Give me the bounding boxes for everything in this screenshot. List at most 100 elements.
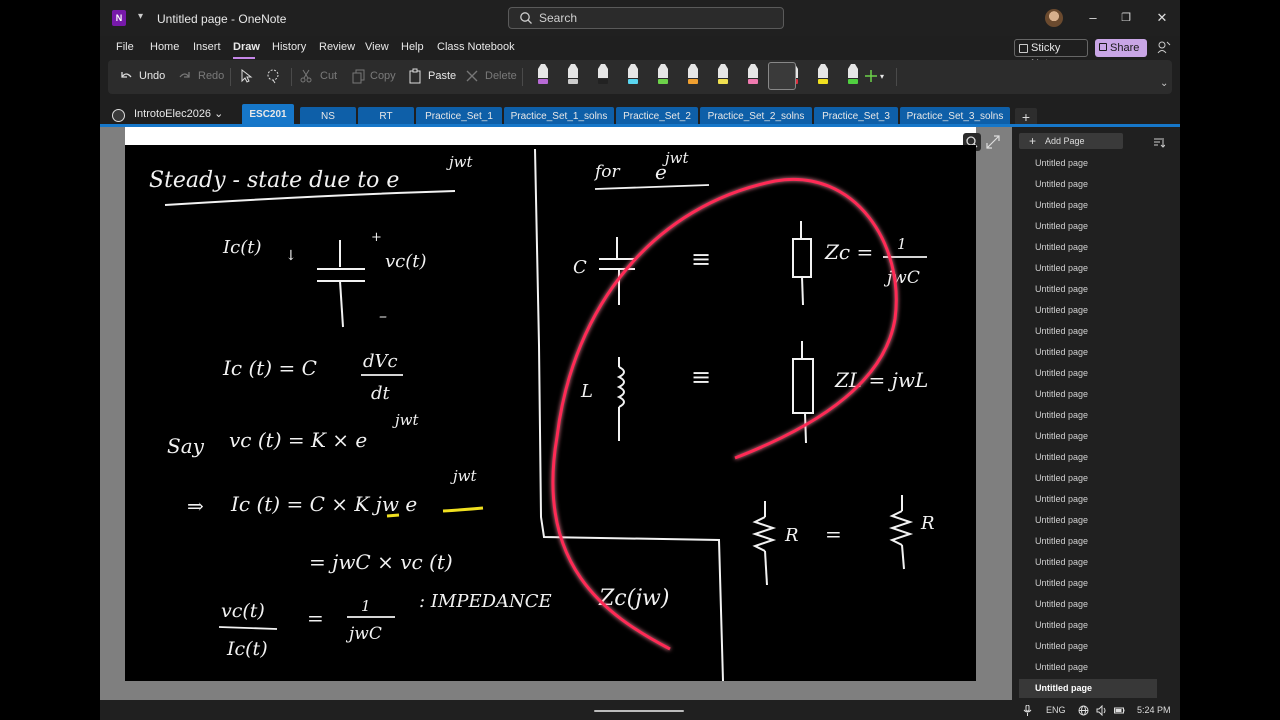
page-list-item[interactable]: Untitled page — [1019, 595, 1157, 614]
page-list-item[interactable]: Untitled page — [1019, 196, 1157, 215]
page-list-item[interactable]: Untitled page — [1019, 301, 1157, 320]
menu-insert[interactable]: Insert — [193, 41, 221, 53]
avatar[interactable] — [1045, 9, 1063, 27]
feedback-icon[interactable] — [1157, 40, 1171, 54]
menu-file[interactable]: File — [116, 41, 134, 53]
ink-c-label: C — [573, 257, 587, 278]
clock[interactable]: 5:24 PM — [1137, 705, 1171, 715]
ribbon-expand-caret-icon[interactable]: ⌄ — [1160, 78, 1168, 89]
quick-access-caret-icon[interactable]: ▾ — [138, 11, 143, 22]
ink-pen-icon[interactable] — [566, 64, 580, 86]
page-list-item[interactable]: Untitled page — [1019, 238, 1157, 257]
window-title: Untitled page - OneNote — [157, 12, 287, 26]
page-list-item[interactable]: Untitled page — [1019, 511, 1157, 530]
undo-button[interactable]: Undo — [139, 70, 165, 82]
page-list-item[interactable]: Untitled page — [1019, 574, 1157, 593]
microphone-icon[interactable] — [1022, 705, 1033, 716]
copy-button[interactable]: Copy — [370, 70, 396, 82]
page-list-item[interactable]: Untitled page — [1019, 637, 1157, 656]
green-highlighter-icon[interactable] — [846, 64, 860, 86]
cut-button[interactable]: Cut — [320, 70, 337, 82]
purple-pen-icon[interactable] — [536, 64, 550, 86]
tab-esc201[interactable]: ESC201 — [242, 104, 294, 126]
page-list-item[interactable]: Untitled page — [1019, 658, 1157, 677]
menu-home[interactable]: Home — [150, 41, 179, 53]
page-list-item[interactable]: Untitled page — [1019, 616, 1157, 635]
language-indicator[interactable]: ENG — [1046, 705, 1066, 715]
add-page-button[interactable]: + Add Page — [1019, 133, 1123, 149]
close-button[interactable]: ✕ — [1154, 10, 1170, 26]
note-canvas-area: Steady - state due to e jwt Ic(t) ↓ + vc… — [100, 127, 1012, 700]
page-list-item[interactable]: Untitled page — [1019, 385, 1157, 404]
share-button[interactable]: Share ▾ — [1095, 39, 1147, 72]
black-pen-icon[interactable] — [596, 64, 610, 86]
sticky-notes-button[interactable]: Sticky Notes — [1014, 39, 1088, 70]
yellow-highlighter-icon[interactable] — [816, 64, 830, 86]
orange-pen-icon[interactable] — [686, 64, 700, 86]
green-pen-icon[interactable] — [656, 64, 670, 86]
ink-frac-den: Ic(t) — [226, 638, 268, 660]
add-page-label: Add Page — [1045, 136, 1085, 146]
light-blue-pen-icon[interactable] — [626, 64, 640, 86]
menu-class-notebook[interactable]: Class Notebook — [437, 41, 515, 53]
volume-icon[interactable] — [1096, 705, 1107, 716]
page-ink-canvas[interactable]: Steady - state due to e jwt Ic(t) ↓ + vc… — [125, 145, 976, 681]
search-icon — [520, 12, 532, 24]
page-list-item[interactable]: Untitled page — [1019, 532, 1157, 551]
highlight-k — [386, 513, 400, 518]
ink-eq3-exponent: jwt — [450, 467, 477, 485]
menu-history[interactable]: History — [272, 41, 306, 53]
ink-equiv-c: ≡ — [691, 245, 711, 273]
pen-body — [568, 64, 578, 78]
add-pen-icon[interactable] — [863, 68, 879, 84]
page-list-item[interactable]: Untitled page — [1019, 343, 1157, 362]
delete-button[interactable]: Delete — [485, 70, 517, 82]
paste-icon — [409, 68, 421, 84]
page-list-item[interactable]: Untitled page — [1019, 406, 1157, 425]
page-list-item[interactable]: Untitled page — [1019, 469, 1157, 488]
sort-pages-icon[interactable] — [1153, 136, 1165, 148]
redo-button[interactable]: Redo — [198, 70, 224, 82]
page-list-item[interactable]: Untitled page — [1019, 322, 1157, 341]
search-box[interactable] — [508, 7, 784, 29]
lasso-select-icon[interactable] — [265, 68, 281, 84]
page-list-item[interactable]: Untitled page — [1019, 154, 1157, 173]
page-list-item[interactable]: Untitled page — [1019, 448, 1157, 467]
yellow-pen-icon[interactable] — [716, 64, 730, 86]
page-list-item[interactable]: Untitled page — [1019, 175, 1157, 194]
ribbon-separator — [522, 68, 523, 86]
ink-eq1-lhs: Ic (t) = C — [222, 356, 317, 380]
page-list-item[interactable]: Untitled page — [1019, 490, 1157, 509]
ink-r-eq: = — [825, 522, 842, 546]
restore-button[interactable]: ❐ — [1118, 10, 1134, 26]
minimize-button[interactable]: – — [1085, 10, 1101, 26]
paste-button[interactable]: Paste — [428, 70, 456, 82]
menu-view[interactable]: View — [365, 41, 389, 53]
page-list-item[interactable]: Untitled page — [1019, 217, 1157, 236]
page-list-item[interactable]: Untitled page — [1019, 364, 1157, 383]
draw-ribbon: Undo Redo Cut Copy Paste Delete ▾ ⌄ — [108, 60, 1172, 94]
redo-icon — [179, 72, 190, 78]
battery-icon[interactable] — [1114, 705, 1125, 716]
ink-say: Say — [167, 434, 205, 458]
notebook-selector[interactable]: IntrotoElec2026 ⌄ — [112, 104, 223, 126]
ink-eq2-exponent: jwt — [392, 411, 419, 429]
fullscreen-button[interactable] — [984, 133, 1002, 151]
globe-icon[interactable] — [1078, 705, 1089, 716]
select-arrow-icon[interactable] — [238, 68, 254, 84]
page-list-item[interactable]: Untitled page — [1019, 679, 1157, 698]
menu-review[interactable]: Review — [319, 41, 355, 53]
pink-pen-icon[interactable] — [746, 64, 760, 86]
ink-eq5-den: jwC — [345, 624, 382, 644]
ink-implies: ⇒ — [187, 494, 204, 518]
page-list-item[interactable]: Untitled page — [1019, 553, 1157, 572]
pen-color-band — [748, 79, 758, 84]
search-input[interactable] — [539, 10, 769, 26]
menu-help[interactable]: Help — [401, 41, 424, 53]
page-list-item[interactable]: Untitled page — [1019, 427, 1157, 446]
menu-draw[interactable]: Draw — [233, 41, 260, 53]
page-list-item[interactable]: Untitled page — [1019, 280, 1157, 299]
ink-for: for — [593, 162, 621, 182]
page-list-item[interactable]: Untitled page — [1019, 259, 1157, 278]
add-pen-caret-icon[interactable]: ▾ — [880, 72, 884, 81]
